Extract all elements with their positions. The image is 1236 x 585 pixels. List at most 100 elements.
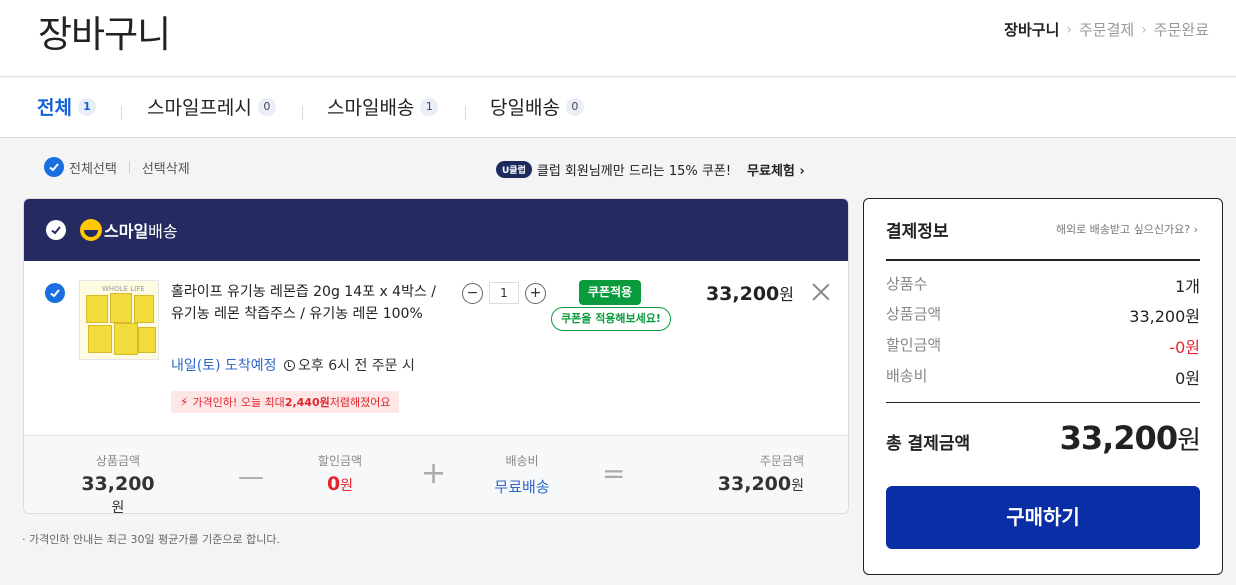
step-complete: 주문완료 [1153, 21, 1209, 39]
summary-label: 상품금액 [95, 454, 141, 468]
step-cart: 장바구니 [1004, 21, 1060, 39]
remove-item-button[interactable] [812, 283, 830, 301]
divider [886, 259, 1200, 261]
payment-row-count: 상품수 1개 [886, 273, 1200, 297]
plus-icon: + [421, 456, 447, 491]
tab-label: 당일배송 [490, 97, 560, 119]
checkmark-icon [51, 226, 61, 235]
summary-value: 무료배송 [494, 478, 550, 496]
divider [886, 402, 1200, 403]
order-steps: 장바구니 › 주문결제 › 주문완료 [1004, 19, 1209, 40]
cart-group-card: 스마일배송 WHOLE LIFE 홀라이프 유기농 레몬즙 20g 14포 x … [23, 198, 849, 514]
uclub-badge: U클럽 [496, 161, 532, 178]
tab-same-day[interactable]: 당일배송 0 [490, 93, 584, 120]
product-box-image [86, 295, 108, 323]
smile-logo-icon [80, 219, 102, 241]
payment-info-panel: 결제정보 해외로 배송받고 싶으신가요? › 상품수 1개 상품금액 33,20… [863, 198, 1223, 575]
tab-label: 전체 [37, 97, 72, 119]
product-title[interactable]: 홀라이프 유기농 레몬즙 20g 14포 x 4박스 / 유기농 레몬 착즙주스… [171, 281, 436, 325]
payment-title: 결제정보 [886, 222, 949, 242]
uclub-promo-banner: U클럽 클럽 회원님께만 드리는 15% 쿠폰! 무료체험 › [496, 160, 805, 179]
currency-unit: 원 [791, 478, 804, 494]
payment-row-value: 33,200원 [1129, 307, 1200, 326]
product-box-image [134, 295, 154, 323]
summary-number: 0 [326, 473, 341, 495]
summary-order-amount: 주문금액 33,200원 [704, 452, 804, 495]
payment-row-discount: 할인금액 -0원 [886, 334, 1200, 358]
price-notice: · 가격인하 안내는 최근 30일 평균가를 기준으로 합니다. [22, 533, 280, 546]
bolt-icon: ⚡ [180, 395, 189, 409]
divider [128, 161, 130, 173]
group-name: 스마일배송 [104, 218, 178, 242]
tab-count-badge: 0 [257, 97, 276, 116]
tab-label: 스마일프레시 [147, 97, 252, 119]
decrease-quantity-button[interactable]: − [462, 282, 483, 304]
item-checkbox[interactable] [45, 283, 65, 303]
selection-controls: 전체선택 선택삭제 [44, 157, 190, 177]
select-all-checkbox[interactable] [44, 157, 64, 177]
thumbnail-brand: WHOLE LIFE [102, 285, 145, 293]
tab-count-badge: 1 [420, 97, 439, 116]
product-box-image [88, 325, 112, 353]
item-price-value: 33,200 [705, 283, 780, 305]
delete-selected-button[interactable]: 선택삭제 [142, 158, 190, 177]
product-box-image [114, 323, 138, 355]
step-checkout: 주문결제 [1078, 21, 1135, 39]
cart-tabs: 전체 1 스마일프레시 0 스마일배송 1 당일배송 0 [0, 78, 1236, 138]
buy-button[interactable]: 구매하기 [886, 486, 1200, 549]
tab-label: 스마일배송 [327, 97, 415, 119]
summary-label: 할인금액 [317, 454, 363, 468]
tab-divider [465, 106, 466, 120]
cart-item: WHOLE LIFE 홀라이프 유기농 레몬즙 20g 14포 x 4박스 / … [24, 261, 848, 435]
summary-value: 0원 [310, 473, 370, 495]
summary-discount-amount: 할인금액 0원 [310, 452, 370, 495]
price-drop-prefix: 가격인하! 오늘 최대 [192, 396, 285, 409]
page-title: 장바구니 [38, 13, 171, 56]
total-amount: 33,200원 [1060, 419, 1201, 457]
group-checkbox[interactable] [46, 220, 66, 240]
free-trial-link[interactable]: 무료체험 › [747, 160, 805, 179]
minus-icon: — [238, 462, 264, 492]
currency-unit: 원 [1177, 426, 1201, 456]
payment-row-value: 0원 [1175, 369, 1200, 388]
page-header: 장바구니 장바구니 › 주문결제 › 주문완료 [0, 0, 1236, 77]
chevron-right-icon: › [1066, 21, 1072, 38]
group-header: 스마일배송 [24, 199, 848, 261]
payment-row-label: 할인금액 [886, 336, 942, 354]
total-label: 총 결제금액 [886, 434, 971, 454]
order-deadline: 오후 6시 전 주문 시 [284, 355, 415, 375]
summary-number: 33,200 [81, 473, 155, 495]
currency-unit: 원 [340, 478, 354, 494]
currency-unit: 원 [779, 285, 794, 304]
group-name-rest: 배송 [148, 222, 178, 241]
tab-smile-delivery[interactable]: 스마일배송 1 [327, 93, 439, 120]
select-all-label[interactable]: 전체선택 [69, 158, 117, 177]
payment-row-product: 상품금액 33,200원 [886, 303, 1200, 327]
product-thumbnail[interactable]: WHOLE LIFE [79, 280, 159, 360]
payment-row-shipping: 배송비 0원 [886, 365, 1200, 389]
coupon-hint-bubble: 쿠폰을 적용해보세요! [551, 307, 671, 331]
arrival-estimate: 내일(토) 도착예정 [171, 358, 277, 374]
checkmark-icon [49, 163, 59, 172]
currency-unit: 원 [111, 500, 125, 514]
product-box-image [138, 327, 156, 353]
summary-label: 주문금액 [759, 454, 804, 468]
order-deadline-text: 오후 6시 전 주문 시 [298, 358, 415, 374]
clock-icon [284, 359, 295, 371]
payment-row-label: 상품수 [886, 275, 928, 293]
tab-divider [302, 106, 303, 120]
payment-row-value: 1개 [1175, 277, 1200, 296]
tab-all[interactable]: 전체 1 [37, 93, 96, 120]
price-drop-badge: ⚡ 가격인하! 오늘 최대 2,440원 저렴해졌어요 [171, 391, 400, 413]
quantity-input[interactable]: 1 [489, 282, 519, 304]
tab-count-badge: 0 [565, 97, 584, 116]
apply-coupon-button[interactable]: 쿠폰적용 [579, 280, 641, 305]
increase-quantity-button[interactable]: + [525, 282, 546, 304]
summary-product-amount: 상품금액 33,200 원 [78, 452, 158, 514]
payment-row-label: 배송비 [886, 367, 928, 385]
tab-smile-fresh[interactable]: 스마일프레시 0 [147, 93, 276, 120]
group-name-bold: 스마일 [104, 222, 149, 241]
summary-number: 33,200 [717, 473, 792, 495]
summary-value: 33,200원 [704, 473, 804, 495]
overseas-shipping-link[interactable]: 해외로 배송받고 싶으신가요? › [1056, 221, 1198, 237]
